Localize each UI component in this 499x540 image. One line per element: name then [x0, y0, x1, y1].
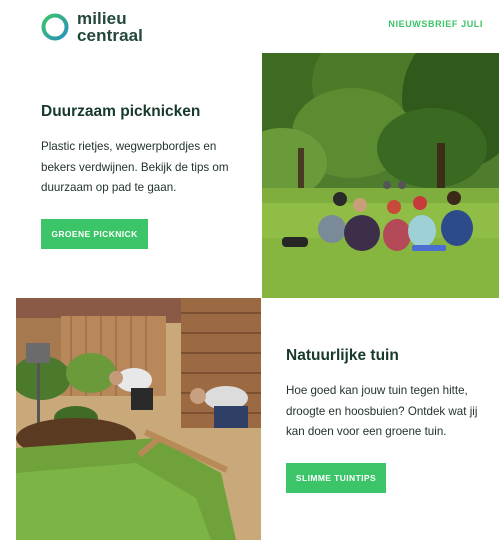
logo-line-2: centraal — [77, 26, 144, 45]
picnic-photo-image — [262, 53, 499, 298]
milieu-centraal-logo[interactable]: milieu centraal — [41, 10, 143, 44]
garden-title: Natuurlijke tuin — [286, 347, 399, 364]
garden-body: Hoe goed kan jouw tuin tegen hitte, droo… — [286, 384, 478, 438]
picnic-photo[interactable] — [262, 53, 499, 298]
garden-photo-image — [16, 298, 261, 540]
picnic-title: Duurzaam picknicken — [41, 103, 201, 120]
smart-garden-tips-button[interactable]: SLIMME TUINTIPS — [286, 463, 386, 493]
email-header: milieu centraal NIEUWSBRIEF JULI — [0, 0, 499, 52]
logo-line-1: milieu — [77, 9, 127, 28]
logo-ring-icon — [41, 13, 69, 41]
garden-text-block: Natuurlijke tuin Hoe goed kan jouw tuin … — [286, 347, 491, 443]
picnic-body: Plastic rietjes, wegwerpbordjes en beker… — [41, 140, 229, 194]
picnic-text-block: Duurzaam picknicken Plastic rietjes, weg… — [41, 103, 241, 199]
garden-photo[interactable] — [16, 298, 261, 540]
newsletter-link[interactable]: NIEUWSBRIEF JULI — [388, 19, 483, 29]
logo-wordmark: milieu centraal — [77, 10, 143, 44]
green-picnic-button[interactable]: GROENE PICKNICK — [41, 219, 148, 249]
